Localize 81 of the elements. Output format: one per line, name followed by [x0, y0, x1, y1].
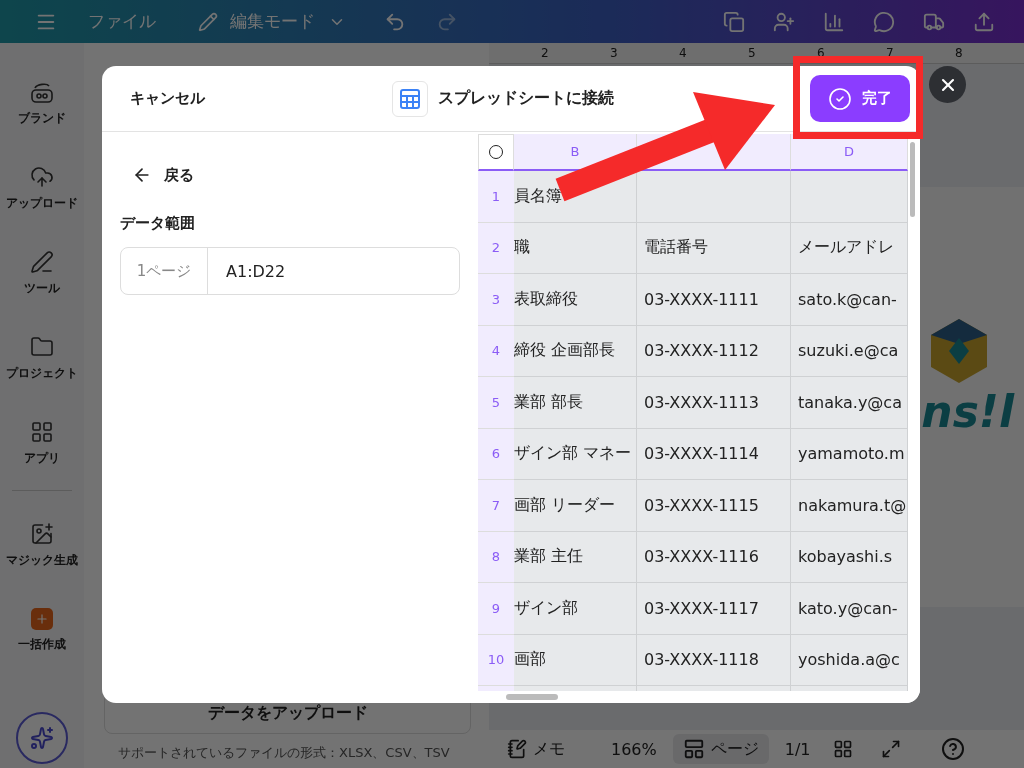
table-cell: 締役 企画部長	[514, 325, 637, 377]
assistant-button[interactable]	[16, 712, 68, 764]
sidebar-item[interactable]: マジック生成	[6, 552, 78, 569]
table-cell: 03-XXXX-1111	[637, 274, 791, 326]
table-cell: 電話番号	[637, 222, 791, 274]
folder-icon	[30, 335, 54, 359]
pages-button[interactable]: ページ	[672, 734, 769, 764]
data-range-label: データ範囲	[120, 214, 196, 233]
cloud-upload-icon	[30, 165, 54, 189]
row-number: 5	[478, 377, 514, 429]
ruler-number: 5	[748, 46, 757, 60]
sidebar-item[interactable]: プロジェクト	[6, 365, 78, 382]
notes-button[interactable]: メモ	[507, 738, 565, 760]
sidebar-item[interactable]: アプリ	[24, 450, 60, 467]
sparkle-icon	[30, 726, 54, 750]
row-number: 1	[478, 171, 514, 223]
table-cell: 03-XXXX-1118	[637, 634, 791, 686]
table-cell: 03-XXXX-1112	[637, 325, 791, 377]
apps-icon	[30, 420, 54, 444]
table-cell: 画部 リーダー	[514, 480, 637, 532]
logo-text: ns!l	[921, 386, 1014, 437]
row-number: 8	[478, 531, 514, 583]
table-cell: kobayashi.s	[791, 531, 908, 583]
file-menu[interactable]: ファイル	[88, 10, 156, 33]
table-cell: yoshida.a@c	[791, 634, 908, 686]
horizontal-scrollbar[interactable]	[506, 694, 558, 700]
table-cell: 表取締役	[514, 274, 637, 326]
table-cell: sato.k@can-	[791, 274, 908, 326]
pages-layout-icon	[682, 738, 705, 760]
notes-icon	[507, 739, 527, 759]
row-number: 4	[478, 325, 514, 377]
ruler-number: 8	[955, 46, 964, 60]
table-cell: 業部 部長	[514, 377, 637, 429]
vertical-scrollbar[interactable]	[910, 142, 915, 217]
table-cell: tanaka.y@ca	[791, 377, 908, 429]
table-cell: nakamura.t@	[791, 480, 908, 532]
table-cell: 03-XXXX-1114	[637, 428, 791, 480]
back-link[interactable]: 戻る	[120, 160, 460, 190]
supported-formats-text: サポートされているファイルの形式：XLSX、CSV、TSV	[117, 744, 451, 762]
table-cell: ザイン部 マネー	[514, 428, 637, 480]
ruler-number: 2	[541, 46, 550, 60]
table-cell: 03-XXXX-1117	[637, 583, 791, 635]
table-cell: 職	[514, 222, 637, 274]
row-number: 2	[478, 222, 514, 274]
page-prefix: 1ページ	[121, 248, 208, 294]
check-circle-icon	[828, 86, 852, 111]
zoom-level[interactable]: 166%	[611, 739, 657, 759]
select-all-corner[interactable]	[478, 134, 514, 171]
table-cell: suzuki.e@ca	[791, 325, 908, 377]
table-cell: メールアドレ	[791, 222, 908, 274]
image-sparkle-icon	[30, 522, 54, 546]
dialog-title: スプレッドシートに接続	[438, 88, 614, 109]
done-button[interactable]: 完了	[810, 75, 910, 122]
table-cell: 03-XXXX-1113	[637, 377, 791, 429]
row-number: 6	[478, 428, 514, 480]
pen-icon	[30, 250, 54, 274]
edit-mode-menu[interactable]: 編集モード	[230, 10, 315, 33]
ruler-number: 4	[679, 46, 688, 60]
table-cell: 業部 主任	[514, 531, 637, 583]
row-number: 7	[478, 480, 514, 532]
row-number: 9	[478, 583, 514, 635]
cancel-link[interactable]: キャンセル	[130, 89, 392, 108]
table-cell: yamamoto.m	[791, 428, 908, 480]
sidebar-item[interactable]: 一括作成	[18, 636, 66, 653]
table-cell: 画部	[514, 634, 637, 686]
table-cell: ザイン部	[514, 583, 637, 635]
page-count: 1/1	[784, 739, 811, 759]
range-value: A1:D22	[225, 261, 286, 281]
brand-kit-icon	[29, 80, 55, 104]
spreadsheet-icon	[392, 80, 428, 117]
row-number: 3	[478, 274, 514, 326]
sidebar-item[interactable]: アップロード	[6, 195, 78, 212]
sidebar-item[interactable]: ツール	[24, 280, 60, 297]
table-cell: 03-XXXX-1116	[637, 531, 791, 583]
row-number: 10	[478, 634, 514, 686]
table-cell: 03-XXXX-1115	[637, 480, 791, 532]
bulk-create-icon	[31, 608, 53, 630]
table-cell: kato.y@can-	[791, 583, 908, 635]
data-range-field[interactable]: 1ページ A1:D22	[120, 247, 460, 295]
sidebar-item[interactable]: ブランド	[18, 110, 66, 127]
ruler-number: 3	[610, 46, 619, 60]
